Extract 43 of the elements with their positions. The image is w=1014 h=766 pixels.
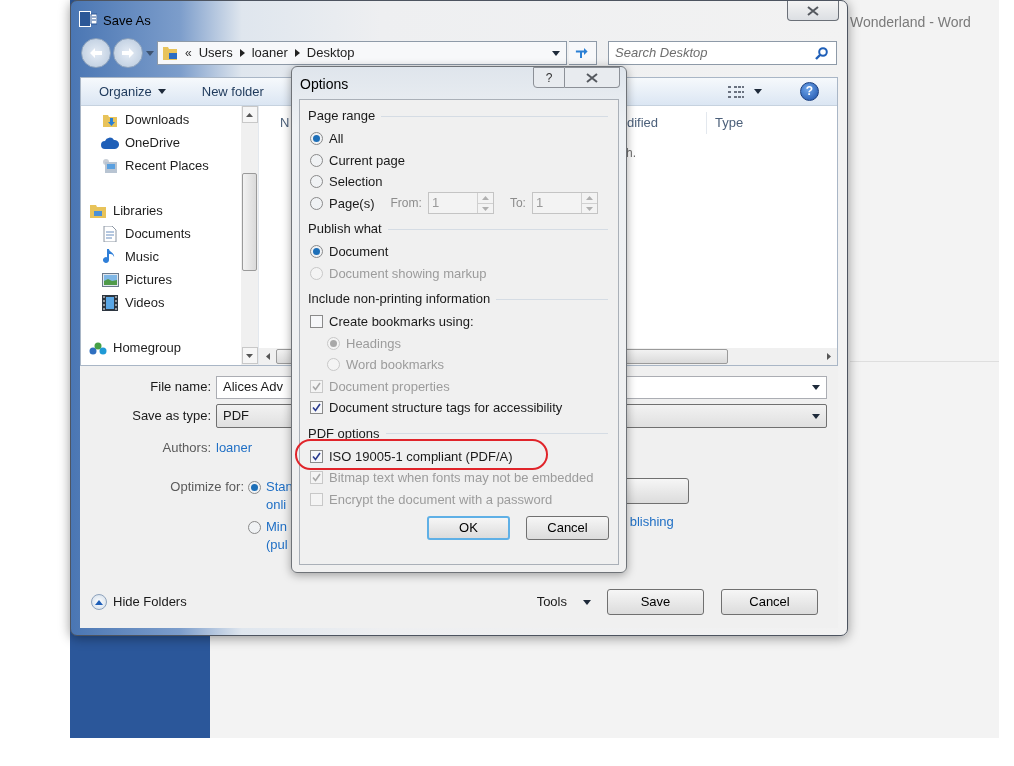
option-text: onli — [266, 496, 288, 514]
sidebar-item-label: OneDrive — [125, 133, 180, 152]
sidebar-item-label: Videos — [125, 293, 165, 312]
option-label: Document showing markup — [329, 264, 487, 283]
field-label: File name: — [149, 378, 212, 397]
sidebar-item-label: Homegroup — [113, 338, 181, 357]
section-title: Include non-printing information — [308, 290, 491, 309]
option-label: Page(s) — [329, 194, 375, 213]
field-label: Authors: — [161, 439, 212, 458]
option-label: Selection — [329, 173, 383, 191]
option-label: Headings — [346, 334, 401, 353]
option-label: Current page — [329, 151, 405, 170]
section-title: Page range — [308, 107, 376, 126]
section-title: Publish what — [308, 220, 382, 239]
window-title: Save As — [103, 12, 151, 30]
sidebar-item-label: Documents — [125, 224, 191, 243]
sidebar-item-label: Pictures — [125, 270, 172, 289]
file-type-value: PDF — [223, 407, 249, 426]
option-label: Bitmap text when fonts may not be embedded — [329, 469, 594, 487]
option-text: (pul — [266, 536, 288, 554]
field-label: Optimize for: — [169, 478, 245, 496]
option-label: All — [329, 130, 344, 148]
option-label: Document structure tags for accessibility — [329, 399, 563, 417]
from-label: From: — [390, 195, 422, 213]
to-label: To: — [509, 195, 526, 213]
sidebar-item-label: Downloads — [125, 110, 190, 129]
sidebar-item-label: Libraries — [113, 201, 163, 220]
dialog-title: Options — [300, 75, 349, 94]
option-label: Create bookmarks using: — [329, 313, 474, 331]
option-label: Document properties — [329, 377, 450, 396]
option-label: Word bookmarks — [346, 356, 444, 374]
option-label: Encrypt the document with a password — [329, 490, 553, 509]
field-label: Save as type: — [131, 407, 212, 426]
file-name-value: Alices Adv — [223, 378, 283, 397]
word-window-title: Wonderland - Word — [850, 13, 972, 32]
section-title: PDF options — [308, 424, 380, 443]
option-label: Document — [329, 243, 389, 261]
option-text: Min — [266, 518, 288, 536]
search-placeholder: Search Desktop — [615, 44, 708, 63]
option-label: ISO 19005-1 compliant (PDF/A) — [329, 447, 513, 466]
sidebar-item-label: Music — [125, 247, 159, 266]
empty-folder-text: h. — [626, 145, 637, 162]
sidebar-item-label: Recent Places — [125, 156, 209, 175]
